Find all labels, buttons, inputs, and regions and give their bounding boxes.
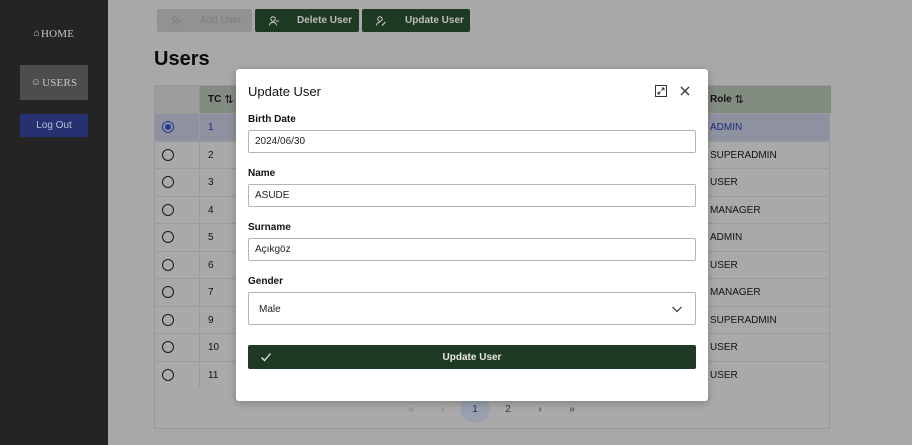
submit-label: Update User xyxy=(442,351,502,363)
tc-cell xyxy=(200,114,240,141)
home-icon: ⌂ xyxy=(33,28,40,39)
user-edit-icon xyxy=(376,15,386,26)
nav-users-label: USERS xyxy=(42,76,78,89)
chevron-down-icon xyxy=(672,306,682,313)
sidebar: ⌂ HOME ☺ USERS Log Out xyxy=(0,0,108,445)
add-user-button[interactable]: Add User xyxy=(157,9,252,32)
tc-cell xyxy=(200,306,240,333)
row-tc: 6 xyxy=(208,259,214,271)
row-tc: 1 xyxy=(208,122,214,133)
logout-button[interactable]: Log Out xyxy=(20,114,88,137)
nav-users[interactable]: ☺ USERS xyxy=(20,65,88,100)
maximize-icon[interactable] xyxy=(654,84,668,98)
row-tc: 7 xyxy=(208,287,214,298)
header-select-cell xyxy=(155,86,200,113)
row-role: USER xyxy=(710,177,738,188)
birth-date-field[interactable] xyxy=(248,130,696,153)
header-tc[interactable]: TC ⇅ xyxy=(200,86,240,113)
row-tc: 5 xyxy=(208,232,214,243)
row-role: USER xyxy=(710,369,738,381)
nav-home-label: HOME xyxy=(41,27,75,40)
surname-field[interactable] xyxy=(248,238,696,261)
row-role: SUPERADMIN xyxy=(710,149,777,161)
row-role: ADMIN xyxy=(710,232,743,243)
gender-select[interactable]: Male xyxy=(248,292,696,325)
update-user-button[interactable]: Update User xyxy=(362,9,470,32)
close-icon[interactable] xyxy=(678,84,692,98)
row-tc: 4 xyxy=(208,204,214,216)
user-plus-icon xyxy=(171,15,181,26)
tc-cell xyxy=(200,361,240,388)
row-tc: 3 xyxy=(208,177,214,188)
header-role-label: Role xyxy=(710,94,732,105)
row-tc: 9 xyxy=(208,314,214,326)
tc-cell xyxy=(200,279,240,306)
row-radio[interactable] xyxy=(162,341,174,353)
row-role: USER xyxy=(710,342,738,353)
sort-icon: ⇅ xyxy=(224,94,234,106)
row-radio[interactable] xyxy=(162,121,174,133)
row-role: MANAGER xyxy=(710,204,761,216)
users-icon: ☺ xyxy=(30,77,42,88)
row-radio[interactable] xyxy=(162,231,174,243)
tc-cell xyxy=(200,141,240,168)
row-role: MANAGER xyxy=(710,287,761,298)
gender-selected-value: Male xyxy=(259,304,281,315)
surname-label: Surname xyxy=(248,222,291,233)
row-tc: 10 xyxy=(208,342,220,353)
header-tc-label: TC xyxy=(208,94,222,105)
delete-user-label: Delete User xyxy=(297,15,353,26)
add-user-label: Add User xyxy=(200,15,242,26)
row-radio[interactable] xyxy=(162,203,174,216)
tc-cell xyxy=(200,251,240,278)
row-radio[interactable] xyxy=(162,313,174,326)
name-field[interactable] xyxy=(248,184,696,207)
page-title: Users xyxy=(154,48,210,70)
check-icon xyxy=(261,353,271,362)
row-radio[interactable] xyxy=(162,258,174,271)
row-role: USER xyxy=(710,259,738,271)
row-tc: 11 xyxy=(208,369,219,381)
gender-label: Gender xyxy=(248,276,284,287)
row-role: ADMIN xyxy=(710,122,743,133)
update-user-label: Update User xyxy=(405,15,464,26)
row-radio[interactable] xyxy=(162,286,174,298)
row-tc: 2 xyxy=(208,149,214,161)
birth-date-label: Birth Date xyxy=(248,114,296,125)
row-radio[interactable] xyxy=(162,176,174,188)
tc-cell xyxy=(200,334,240,361)
row-radio[interactable] xyxy=(162,368,174,381)
user-minus-icon xyxy=(269,15,279,26)
submit-update-button[interactable]: Update User xyxy=(248,345,696,369)
name-label: Name xyxy=(248,168,276,179)
sort-icon: ⇅ xyxy=(734,94,744,106)
header-role[interactable]: Role ⇅ xyxy=(705,86,831,113)
tc-cell xyxy=(200,196,240,223)
delete-user-button[interactable]: Delete User xyxy=(255,9,359,32)
tc-cell xyxy=(200,169,240,196)
update-user-dialog: Update User Birth Date Name Surname Gend… xyxy=(236,69,708,401)
row-radio[interactable] xyxy=(162,148,174,161)
row-role: SUPERADMIN xyxy=(710,314,777,326)
nav-home[interactable]: ⌂ HOME xyxy=(20,16,88,51)
dialog-title: Update User xyxy=(248,84,321,99)
tc-cell xyxy=(200,224,240,251)
